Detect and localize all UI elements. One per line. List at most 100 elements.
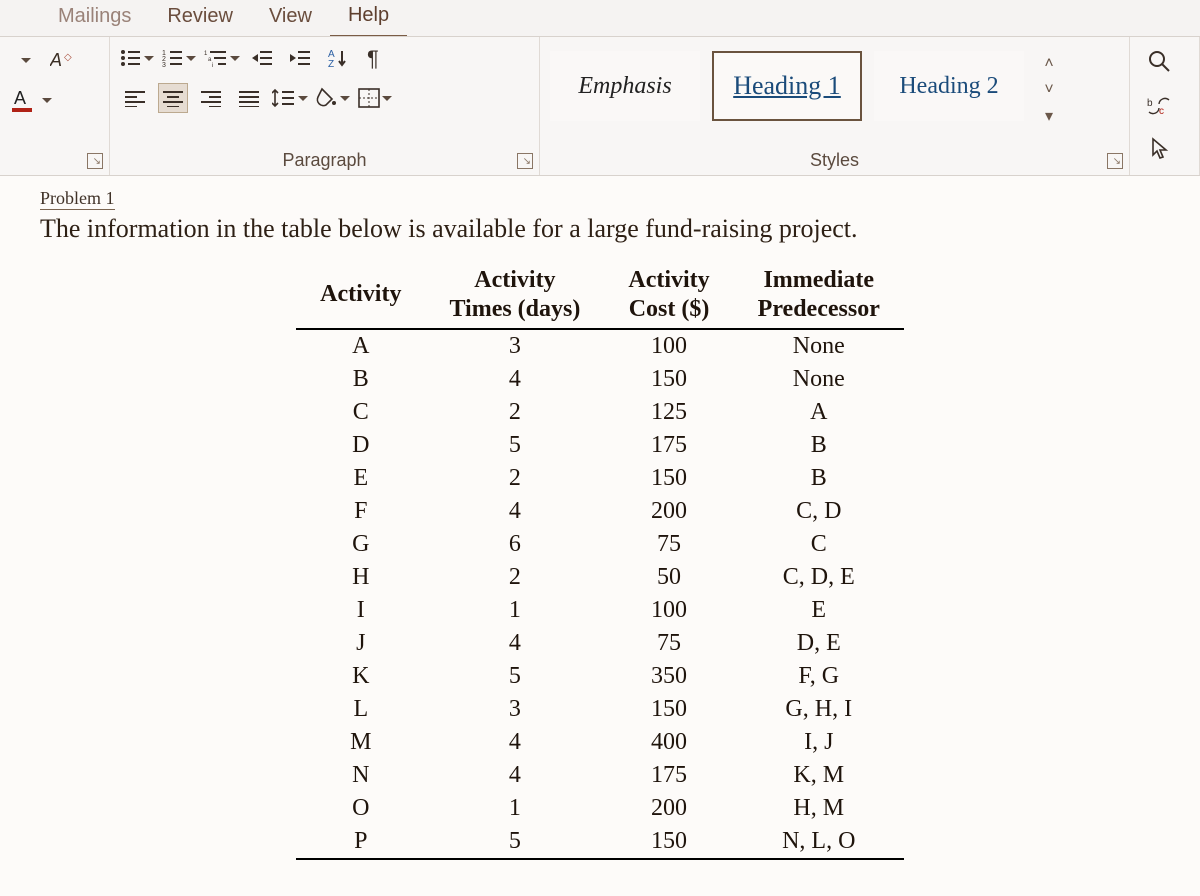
shading-icon[interactable] (316, 83, 350, 113)
document-area: Problem 1 The information in the table b… (0, 176, 1200, 896)
table-cell: 5 (425, 429, 604, 462)
paragraph-dialog-launcher[interactable]: ↘ (517, 153, 533, 169)
tab-mailings[interactable]: Mailings (40, 1, 149, 36)
table-row: P5150N, L, O (296, 825, 904, 859)
col-times: ActivityTimes (days) (425, 262, 604, 329)
table-cell: D (296, 429, 425, 462)
borders-icon[interactable] (358, 83, 392, 113)
svg-text:b: b (1147, 98, 1153, 109)
font-dialog-launcher[interactable]: ↘ (87, 153, 103, 169)
numbering-icon[interactable]: 123 (162, 43, 196, 73)
tab-view[interactable]: View (251, 1, 330, 36)
table-cell: 5 (425, 825, 604, 859)
style-heading2[interactable]: Heading 2 (874, 51, 1024, 121)
table-cell: 75 (604, 627, 733, 660)
intro-text: The information in the table below is av… (40, 214, 1160, 244)
table-cell: 150 (604, 363, 733, 396)
table-cell: 150 (604, 825, 733, 859)
table-cell: 200 (604, 495, 733, 528)
table-cell: 100 (604, 329, 733, 363)
svg-text:A: A (50, 50, 62, 70)
table-cell: 150 (604, 693, 733, 726)
table-cell: N, L, O (734, 825, 904, 859)
decrease-indent-icon[interactable] (248, 43, 278, 73)
ribbon-toolbar: A◇ A ↘ 123 1ai (0, 36, 1200, 176)
svg-text:A: A (14, 88, 26, 108)
table-cell: 4 (425, 627, 604, 660)
col-cost: ActivityCost ($) (604, 262, 733, 329)
table-cell: 200 (604, 792, 733, 825)
table-cell: P (296, 825, 425, 859)
multilevel-list-icon[interactable]: 1ai (204, 43, 240, 73)
svg-text:2: 2 (162, 56, 166, 63)
table-cell: J (296, 627, 425, 660)
editing-group: bc (1130, 37, 1200, 175)
align-center-icon[interactable] (158, 83, 188, 113)
chevron-down-icon[interactable] (10, 45, 40, 75)
find-icon[interactable] (1140, 45, 1180, 79)
table-cell: B (734, 462, 904, 495)
style-heading1[interactable]: Heading 1 (712, 51, 862, 121)
tab-help[interactable]: Help (330, 0, 407, 37)
clear-formatting-icon[interactable]: A◇ (48, 45, 78, 75)
table-cell: K, M (734, 759, 904, 792)
paragraph-group-label: Paragraph (282, 150, 366, 171)
table-cell: F (296, 495, 425, 528)
style-emphasis[interactable]: Emphasis (550, 51, 700, 121)
styles-scroll-up-icon[interactable]: ˄ (1040, 55, 1058, 73)
svg-text:1: 1 (204, 51, 208, 57)
bullets-icon[interactable] (120, 43, 154, 73)
align-left-icon[interactable] (120, 83, 150, 113)
table-cell: C (296, 396, 425, 429)
select-icon[interactable] (1140, 133, 1180, 167)
table-cell: 150 (604, 462, 733, 495)
table-cell: 1 (425, 594, 604, 627)
show-paragraph-marks-icon[interactable]: ¶ (362, 43, 392, 73)
table-cell: 75 (604, 528, 733, 561)
line-spacing-icon[interactable] (272, 83, 308, 113)
problem-heading: Problem 1 (40, 188, 115, 210)
styles-expand-icon[interactable]: ▾ (1040, 107, 1058, 125)
table-cell: H, M (734, 792, 904, 825)
justify-icon[interactable] (234, 83, 264, 113)
table-cell: B (296, 363, 425, 396)
table-cell: 4 (425, 759, 604, 792)
table-cell: 2 (425, 462, 604, 495)
table-row: H250C, D, E (296, 561, 904, 594)
svg-text:c: c (1159, 106, 1164, 117)
svg-text:1: 1 (162, 50, 166, 57)
table-cell: G, H, I (734, 693, 904, 726)
table-cell: 6 (425, 528, 604, 561)
col-activity: Activity (296, 262, 425, 329)
svg-text:i: i (212, 63, 213, 68)
table-cell: 2 (425, 396, 604, 429)
table-cell: 1 (425, 792, 604, 825)
table-row: F4200C, D (296, 495, 904, 528)
font-color-icon[interactable]: A (10, 85, 52, 115)
styles-dialog-launcher[interactable]: ↘ (1107, 153, 1123, 169)
table-cell: 3 (425, 329, 604, 363)
replace-icon[interactable]: bc (1140, 89, 1180, 123)
table-cell: C, D, E (734, 561, 904, 594)
increase-indent-icon[interactable] (286, 43, 316, 73)
table-cell: C (734, 528, 904, 561)
table-cell: 175 (604, 759, 733, 792)
svg-text:¶: ¶ (367, 46, 379, 70)
table-row: I1100E (296, 594, 904, 627)
tab-review[interactable]: Review (149, 1, 251, 36)
table-cell: 100 (604, 594, 733, 627)
table-cell: 4 (425, 495, 604, 528)
svg-text:◇: ◇ (64, 52, 72, 63)
table-cell: 50 (604, 561, 733, 594)
sort-icon[interactable]: AZ (324, 43, 354, 73)
styles-scroll-down-icon[interactable]: ˅ (1040, 81, 1058, 99)
styles-group: Emphasis Heading 1 Heading 2 ˄ ˅ ▾ Style… (540, 37, 1130, 175)
paragraph-group: 123 1ai AZ ¶ (110, 37, 540, 175)
table-row: N4175K, M (296, 759, 904, 792)
table-row: J475D, E (296, 627, 904, 660)
table-row: D5175B (296, 429, 904, 462)
svg-text:Z: Z (328, 59, 334, 69)
table-cell: E (734, 594, 904, 627)
align-right-icon[interactable] (196, 83, 226, 113)
table-row: L3150G, H, I (296, 693, 904, 726)
